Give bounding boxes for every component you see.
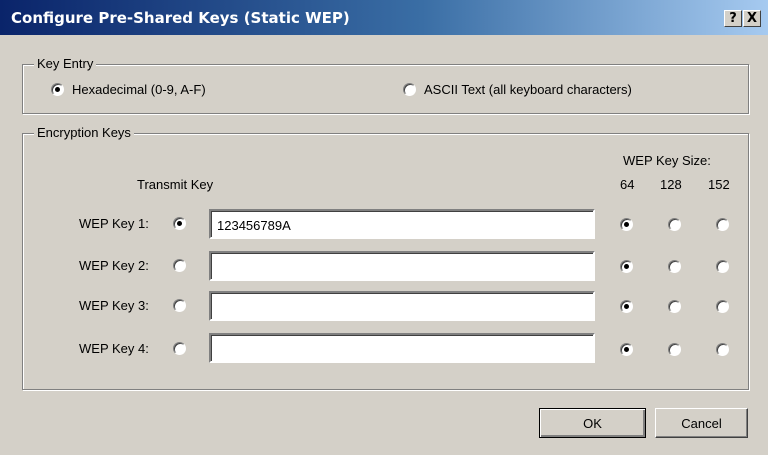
wep-key-3-label: WEP Key 3:: [79, 298, 149, 313]
help-button[interactable]: ?: [724, 10, 742, 27]
wep-key-4-input[interactable]: [209, 333, 595, 363]
transmit-key-1-radio[interactable]: [173, 217, 186, 230]
transmit-key-3-radio[interactable]: [173, 299, 186, 312]
wep-key-1-label: WEP Key 1:: [79, 216, 149, 231]
ascii-radio-label: ASCII Text (all keyboard characters): [424, 82, 632, 97]
cancel-button[interactable]: Cancel: [655, 408, 748, 438]
title-bar[interactable]: Configure Pre-Shared Keys (Static WEP) ?…: [0, 0, 768, 35]
key-4-size-152-radio[interactable]: [716, 343, 729, 356]
key-4-size-64-radio[interactable]: [620, 343, 633, 356]
size-64-header: 64: [620, 177, 635, 192]
ascii-radio[interactable]: [403, 83, 416, 96]
wep-key-4-label: WEP Key 4:: [79, 341, 149, 356]
key-2-size-64-radio[interactable]: [620, 260, 633, 273]
key-3-size-64-radio[interactable]: [620, 300, 633, 313]
key-4-size-128-radio[interactable]: [668, 343, 681, 356]
hex-radio-option[interactable]: Hexadecimal (0-9, A-F): [51, 82, 206, 97]
wep-key-2-input[interactable]: [209, 251, 595, 281]
key-2-size-128-radio[interactable]: [668, 260, 681, 273]
wep-key-1-input[interactable]: [209, 209, 595, 239]
close-button[interactable]: X: [743, 10, 761, 27]
window-title: Configure Pre-Shared Keys (Static WEP): [11, 9, 350, 27]
size-128-header: 128: [660, 177, 682, 192]
key-3-size-152-radio[interactable]: [716, 300, 729, 313]
hex-radio-label: Hexadecimal (0-9, A-F): [72, 82, 206, 97]
size-152-header: 152: [708, 177, 730, 192]
key-entry-legend: Key Entry: [34, 56, 97, 71]
wep-keys-dialog: Configure Pre-Shared Keys (Static WEP) ?…: [0, 0, 768, 455]
transmit-key-header: Transmit Key: [137, 177, 214, 192]
key-3-size-128-radio[interactable]: [668, 300, 681, 313]
encryption-keys-legend: Encryption Keys: [34, 125, 134, 140]
wep-key-2-label: WEP Key 2:: [79, 258, 149, 273]
key-1-size-64-radio[interactable]: [620, 218, 633, 231]
ok-button[interactable]: OK: [539, 408, 646, 438]
wep-key-size-header: WEP Key Size:: [623, 153, 711, 168]
wep-key-3-input[interactable]: [209, 291, 595, 321]
key-2-size-152-radio[interactable]: [716, 260, 729, 273]
hex-radio[interactable]: [51, 83, 64, 96]
transmit-key-4-radio[interactable]: [173, 342, 186, 355]
key-1-size-128-radio[interactable]: [668, 218, 681, 231]
transmit-key-2-radio[interactable]: [173, 259, 186, 272]
key-1-size-152-radio[interactable]: [716, 218, 729, 231]
ascii-radio-option[interactable]: ASCII Text (all keyboard characters): [403, 82, 632, 97]
